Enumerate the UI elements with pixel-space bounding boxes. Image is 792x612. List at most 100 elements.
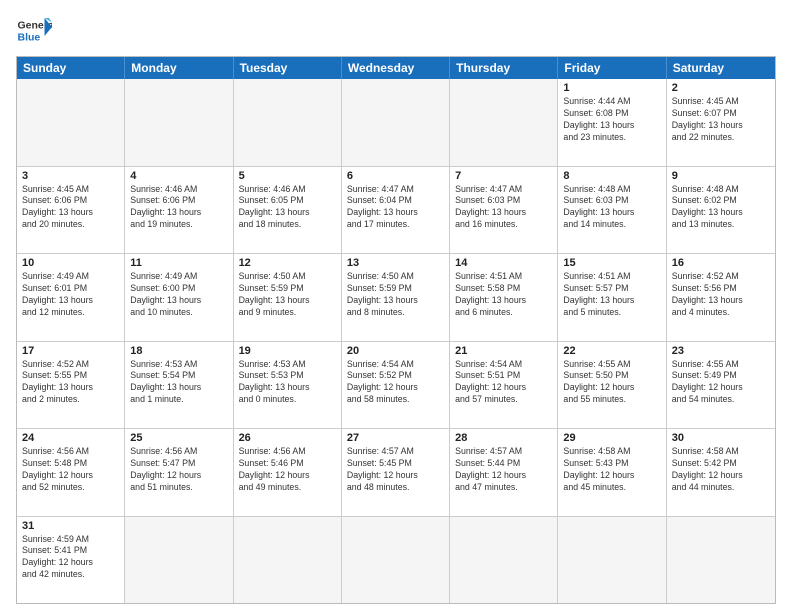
day-info: Sunrise: 4:52 AM Sunset: 5:55 PM Dayligh… (22, 359, 119, 407)
calendar-empty-cell (342, 79, 450, 166)
weekday-header-wednesday: Wednesday (342, 57, 450, 79)
calendar-empty-cell (342, 517, 450, 604)
calendar-day-18: 18 Sunrise: 4:53 AM Sunset: 5:54 PM Dayli… (125, 342, 233, 429)
day-info: Sunrise: 4:54 AM Sunset: 5:51 PM Dayligh… (455, 359, 552, 407)
calendar-day-7: 7Sunrise: 4:47 AM Sunset: 6:03 PM Daylig… (450, 167, 558, 254)
calendar-day-17: 17 Sunrise: 4:52 AM Sunset: 5:55 PM Dayli… (17, 342, 125, 429)
day-info: Sunrise: 4:46 AM Sunset: 6:06 PM Dayligh… (130, 184, 227, 232)
weekday-header-monday: Monday (125, 57, 233, 79)
day-info: Sunrise: 4:49 AM Sunset: 6:00 PM Dayligh… (130, 271, 227, 319)
day-info: Sunrise: 4:45 AM Sunset: 6:06 PM Dayligh… (22, 184, 119, 232)
calendar-day-29: 29 Sunrise: 4:58 AM Sunset: 5:43 PM Dayli… (558, 429, 666, 516)
day-info: Sunrise: 4:46 AM Sunset: 6:05 PM Dayligh… (239, 184, 336, 232)
calendar-day-10: 10Sunrise: 4:49 AM Sunset: 6:01 PM Dayli… (17, 254, 125, 341)
calendar-day-22: 22 Sunrise: 4:55 AM Sunset: 5:50 PM Dayli… (558, 342, 666, 429)
header: General Blue (16, 12, 776, 48)
day-info: Sunrise: 4:50 AM Sunset: 5:59 PM Dayligh… (347, 271, 444, 319)
day-info: Sunrise: 4:52 AM Sunset: 5:56 PM Dayligh… (672, 271, 770, 319)
day-number: 22 (563, 345, 660, 357)
day-info: Sunrise: 4:49 AM Sunset: 6:01 PM Dayligh… (22, 271, 119, 319)
day-info: Sunrise: 4:58 AM Sunset: 5:43 PM Dayligh… (563, 446, 660, 494)
calendar-day-12: 12Sunrise: 4:50 AM Sunset: 5:59 PM Dayli… (234, 254, 342, 341)
weekday-header-saturday: Saturday (667, 57, 775, 79)
day-number: 8 (563, 170, 660, 182)
day-info: Sunrise: 4:55 AM Sunset: 5:50 PM Dayligh… (563, 359, 660, 407)
calendar-day-9: 9Sunrise: 4:48 AM Sunset: 6:02 PM Daylig… (667, 167, 775, 254)
calendar-day-26: 26Sunrise: 4:56 AM Sunset: 5:46 PM Dayli… (234, 429, 342, 516)
day-number: 12 (239, 257, 336, 269)
calendar-empty-cell (450, 79, 558, 166)
calendar-week-2: 3 Sunrise: 4:45 AM Sunset: 6:06 PM Daylig… (17, 166, 775, 254)
day-number: 14 (455, 257, 552, 269)
calendar-empty-cell (125, 517, 233, 604)
calendar-day-13: 13 Sunrise: 4:50 AM Sunset: 5:59 PM Dayli… (342, 254, 450, 341)
page: General Blue SundayMondayTuesdayWednesda… (0, 0, 792, 612)
calendar-day-8: 8 Sunrise: 4:48 AM Sunset: 6:03 PM Daylig… (558, 167, 666, 254)
day-info: Sunrise: 4:51 AM Sunset: 5:58 PM Dayligh… (455, 271, 552, 319)
calendar-day-20: 20Sunrise: 4:54 AM Sunset: 5:52 PM Dayli… (342, 342, 450, 429)
calendar-day-23: 23Sunrise: 4:55 AM Sunset: 5:49 PM Dayli… (667, 342, 775, 429)
day-number: 29 (563, 432, 660, 444)
calendar-day-1: 1 Sunrise: 4:44 AM Sunset: 6:08 PM Daylig… (558, 79, 666, 166)
day-number: 2 (672, 82, 770, 94)
calendar-day-5: 5Sunrise: 4:46 AM Sunset: 6:05 PM Daylig… (234, 167, 342, 254)
calendar-day-15: 15 Sunrise: 4:51 AM Sunset: 5:57 PM Dayli… (558, 254, 666, 341)
calendar-day-6: 6Sunrise: 4:47 AM Sunset: 6:04 PM Daylig… (342, 167, 450, 254)
calendar-day-30: 30Sunrise: 4:58 AM Sunset: 5:42 PM Dayli… (667, 429, 775, 516)
day-number: 28 (455, 432, 552, 444)
calendar-day-19: 19 Sunrise: 4:53 AM Sunset: 5:53 PM Dayli… (234, 342, 342, 429)
calendar-empty-cell (450, 517, 558, 604)
day-number: 21 (455, 345, 552, 357)
calendar-day-28: 28 Sunrise: 4:57 AM Sunset: 5:44 PM Dayli… (450, 429, 558, 516)
calendar-day-11: 11Sunrise: 4:49 AM Sunset: 6:00 PM Dayli… (125, 254, 233, 341)
day-number: 25 (130, 432, 227, 444)
day-info: Sunrise: 4:44 AM Sunset: 6:08 PM Dayligh… (563, 96, 660, 144)
calendar-day-2: 2Sunrise: 4:45 AM Sunset: 6:07 PM Daylig… (667, 79, 775, 166)
calendar-day-25: 25 Sunrise: 4:56 AM Sunset: 5:47 PM Dayli… (125, 429, 233, 516)
calendar-day-16: 16 Sunrise: 4:52 AM Sunset: 5:56 PM Dayli… (667, 254, 775, 341)
calendar-day-21: 21 Sunrise: 4:54 AM Sunset: 5:51 PM Dayli… (450, 342, 558, 429)
svg-text:Blue: Blue (18, 32, 41, 44)
calendar-week-1: 1 Sunrise: 4:44 AM Sunset: 6:08 PM Daylig… (17, 79, 775, 166)
calendar-header: SundayMondayTuesdayWednesdayThursdayFrid… (17, 57, 775, 79)
day-info: Sunrise: 4:54 AM Sunset: 5:52 PM Dayligh… (347, 359, 444, 407)
day-number: 15 (563, 257, 660, 269)
day-info: Sunrise: 4:56 AM Sunset: 5:48 PM Dayligh… (22, 446, 119, 494)
calendar: SundayMondayTuesdayWednesdayThursdayFrid… (16, 56, 776, 604)
day-info: Sunrise: 4:48 AM Sunset: 6:03 PM Dayligh… (563, 184, 660, 232)
calendar-empty-cell (234, 517, 342, 604)
day-info: Sunrise: 4:53 AM Sunset: 5:53 PM Dayligh… (239, 359, 336, 407)
weekday-header-tuesday: Tuesday (234, 57, 342, 79)
day-number: 27 (347, 432, 444, 444)
day-info: Sunrise: 4:55 AM Sunset: 5:49 PM Dayligh… (672, 359, 770, 407)
day-number: 7 (455, 170, 552, 182)
day-info: Sunrise: 4:57 AM Sunset: 5:44 PM Dayligh… (455, 446, 552, 494)
day-number: 6 (347, 170, 444, 182)
calendar-day-24: 24Sunrise: 4:56 AM Sunset: 5:48 PM Dayli… (17, 429, 125, 516)
calendar-empty-cell (17, 79, 125, 166)
calendar-empty-cell (125, 79, 233, 166)
calendar-day-3: 3 Sunrise: 4:45 AM Sunset: 6:06 PM Daylig… (17, 167, 125, 254)
day-number: 13 (347, 257, 444, 269)
day-number: 1 (563, 82, 660, 94)
day-info: Sunrise: 4:48 AM Sunset: 6:02 PM Dayligh… (672, 184, 770, 232)
day-info: Sunrise: 4:58 AM Sunset: 5:42 PM Dayligh… (672, 446, 770, 494)
day-number: 26 (239, 432, 336, 444)
day-number: 19 (239, 345, 336, 357)
weekday-header-thursday: Thursday (450, 57, 558, 79)
day-number: 17 (22, 345, 119, 357)
calendar-week-6: 31Sunrise: 4:59 AM Sunset: 5:41 PM Dayli… (17, 516, 775, 604)
calendar-body: 1 Sunrise: 4:44 AM Sunset: 6:08 PM Daylig… (17, 79, 775, 603)
logo: General Blue (16, 12, 52, 48)
day-info: Sunrise: 4:53 AM Sunset: 5:54 PM Dayligh… (130, 359, 227, 407)
day-number: 16 (672, 257, 770, 269)
calendar-day-4: 4 Sunrise: 4:46 AM Sunset: 6:06 PM Daylig… (125, 167, 233, 254)
day-number: 18 (130, 345, 227, 357)
day-info: Sunrise: 4:51 AM Sunset: 5:57 PM Dayligh… (563, 271, 660, 319)
calendar-empty-cell (558, 517, 666, 604)
weekday-header-sunday: Sunday (17, 57, 125, 79)
day-number: 3 (22, 170, 119, 182)
day-info: Sunrise: 4:56 AM Sunset: 5:47 PM Dayligh… (130, 446, 227, 494)
calendar-day-27: 27Sunrise: 4:57 AM Sunset: 5:45 PM Dayli… (342, 429, 450, 516)
day-number: 4 (130, 170, 227, 182)
